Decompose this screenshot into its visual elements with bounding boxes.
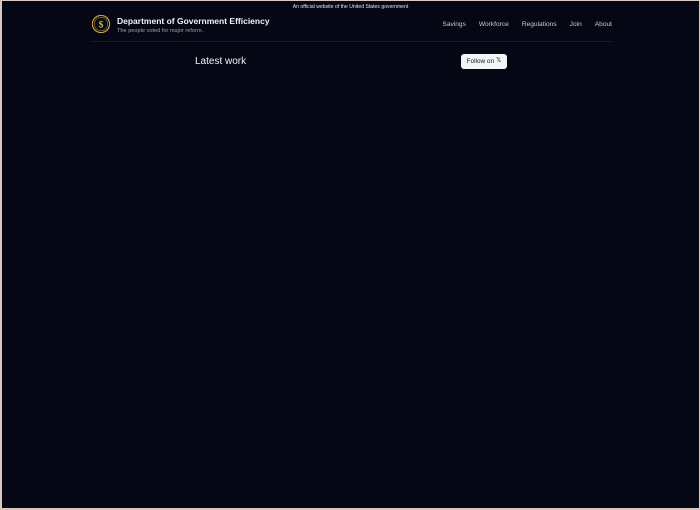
latest-work-heading: Latest work [195, 56, 247, 67]
header-divider [90, 41, 612, 42]
nav-item-join[interactable]: Join [570, 21, 582, 28]
official-government-banner: An official website of the United States… [292, 4, 409, 10]
nav-item-about[interactable]: About [595, 21, 612, 28]
follow-button-label: Follow on [466, 58, 495, 65]
nav-item-regulations[interactable]: Regulations [522, 21, 557, 28]
site-header: $ Department of Government Efficiency Th… [90, 13, 612, 41]
follow-on-x-button[interactable]: Follow on 𝕏 [461, 54, 507, 69]
site-tagline: The people voted for major reform. [117, 28, 204, 34]
dollar-seal-icon[interactable]: $ [92, 15, 110, 33]
nav-item-savings[interactable]: Savings [442, 21, 465, 28]
svg-text:$: $ [99, 19, 104, 30]
site-title[interactable]: Department of Government Efficiency [117, 16, 270, 26]
main-navigation: Savings Workforce Regulations Join About [442, 21, 612, 28]
page-viewport: An official website of the United States… [2, 1, 699, 508]
x-logo-icon: 𝕏 [496, 57, 502, 65]
nav-item-workforce[interactable]: Workforce [479, 21, 509, 28]
